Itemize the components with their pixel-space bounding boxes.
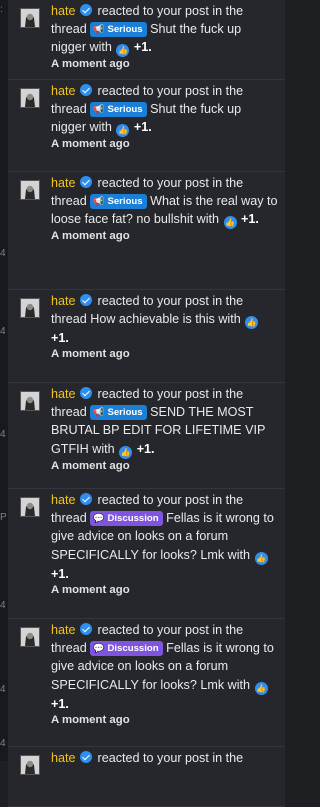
notification-text: hate reacted to your post in the thread … <box>51 0 279 58</box>
verified-badge-icon <box>80 623 93 635</box>
with-text: with <box>89 120 112 135</box>
avatar[interactable] <box>20 180 40 200</box>
tag-label: Serious <box>107 104 143 116</box>
edge-char: : <box>0 4 3 15</box>
timestamp: A moment ago <box>51 583 130 596</box>
edge-char: P <box>0 512 7 523</box>
notification-text: hate reacted to your post in the thread … <box>51 172 279 230</box>
action-text: reacted to your post in the <box>97 751 244 765</box>
with-text: with <box>227 677 251 692</box>
reaction-count: +1. <box>51 331 69 346</box>
notification-text: hate reacted to your post in the thread … <box>51 619 279 713</box>
avatar[interactable] <box>20 88 40 108</box>
verified-badge-icon <box>80 4 93 16</box>
username-link[interactable]: hate <box>51 493 76 507</box>
left-edge-strip: : 4 4 4 P 4 4 4 <box>0 0 8 761</box>
thread-prefix-tag: 📢 Serious <box>90 405 147 421</box>
tag-label: Discussion <box>107 513 159 525</box>
username-link[interactable]: hate <box>51 84 76 98</box>
thread-prefix-tag: 💬 Discussion <box>90 511 163 527</box>
notification-item[interactable]: hate reacted to your post in the thread … <box>8 383 285 489</box>
notification-list: hate reacted to your post in the thread … <box>8 0 285 807</box>
thread-title-link[interactable]: How achievable is this <box>90 312 215 326</box>
megaphone-icon: 📢 <box>93 407 105 418</box>
reaction-count: +1. <box>51 566 69 581</box>
username-link[interactable]: hate <box>51 176 76 190</box>
reaction-count: +1. <box>136 441 155 456</box>
notification-item[interactable]: hate reacted to your post in the thread … <box>8 619 285 747</box>
thread-prefix-tag: 📢 Serious <box>90 102 147 118</box>
verified-badge-icon <box>80 751 93 763</box>
notification-item[interactable]: hate reacted to your post in the thread … <box>8 489 285 619</box>
reaction-count: +1. <box>241 212 259 227</box>
avatar[interactable] <box>20 497 40 517</box>
thread-prefix-tag: 💬 Discussion <box>90 641 163 657</box>
like-reaction-icon: 👍 <box>223 216 237 230</box>
username-link[interactable]: hate <box>51 294 76 308</box>
like-reaction-icon: 👍 <box>254 551 268 565</box>
tag-label: Serious <box>107 196 143 208</box>
edge-char: 4 <box>0 248 6 259</box>
thread-prefix-tag: 📢 Serious <box>90 22 147 38</box>
tag-label: Serious <box>107 24 143 36</box>
tag-label: Serious <box>107 407 143 419</box>
username-link[interactable]: hate <box>51 387 76 401</box>
notification-text: hate reacted to your post in the <box>51 747 279 767</box>
notification-item[interactable]: hate reacted to your post in the thread … <box>8 0 285 80</box>
edge-char: 4 <box>0 600 6 611</box>
notification-text: hate reacted to your post in the thread … <box>51 80 279 138</box>
reaction-count: +1. <box>133 40 152 55</box>
edge-char: 4 <box>0 684 6 695</box>
megaphone-icon: 📢 <box>93 196 105 207</box>
verified-badge-icon <box>80 294 93 306</box>
notification-item[interactable]: hate reacted to your post in the thread … <box>8 290 285 383</box>
timestamp: A moment ago <box>51 713 130 726</box>
with-text: with <box>92 441 115 456</box>
tag-label: Discussion <box>107 643 159 655</box>
like-reaction-icon: 👍 <box>254 681 268 695</box>
with-text: with <box>196 212 220 227</box>
like-reaction-icon: 👍 <box>119 445 133 459</box>
thread-prefix-tag: 📢 Serious <box>90 194 147 210</box>
notification-item[interactable]: hate reacted to your post in the thread … <box>8 172 285 290</box>
verified-badge-icon <box>80 387 93 399</box>
timestamp: A moment ago <box>51 348 130 361</box>
timestamp: A moment ago <box>51 138 130 151</box>
timestamp: A moment ago <box>51 459 130 472</box>
avatar[interactable] <box>20 627 40 647</box>
notification-item[interactable]: hate reacted to your post in the thread … <box>8 80 285 172</box>
notification-item[interactable]: hate reacted to your post in the <box>8 747 285 807</box>
verified-badge-icon <box>80 493 93 505</box>
edge-char: 4 <box>0 738 6 749</box>
notification-text: hate reacted to your post in the thread … <box>51 290 279 347</box>
like-reaction-icon: 👍 <box>245 316 259 330</box>
avatar[interactable] <box>20 8 40 28</box>
timestamp: A moment ago <box>51 58 130 71</box>
username-link[interactable]: hate <box>51 623 76 637</box>
with-text: with <box>218 312 241 327</box>
verified-badge-icon <box>80 176 93 188</box>
username-link[interactable]: hate <box>51 751 76 765</box>
reaction-count: +1. <box>51 696 69 711</box>
notification-text: hate reacted to your post in the thread … <box>51 383 279 459</box>
notification-text: hate reacted to your post in the thread … <box>51 489 279 583</box>
like-reaction-icon: 👍 <box>116 44 130 58</box>
avatar[interactable] <box>20 298 40 318</box>
megaphone-icon: 📢 <box>93 104 105 115</box>
like-reaction-icon: 👍 <box>116 124 130 138</box>
edge-char: 4 <box>0 326 6 337</box>
edge-char: 4 <box>0 429 6 440</box>
with-text: with <box>227 547 251 562</box>
reaction-count: +1. <box>133 120 152 135</box>
with-text: with <box>89 40 112 55</box>
timestamp: A moment ago <box>51 230 130 243</box>
megaphone-icon: 📢 <box>93 24 105 35</box>
username-link[interactable]: hate <box>51 4 76 18</box>
chat-bubbles-icon: 💬 <box>93 643 105 654</box>
chat-bubbles-icon: 💬 <box>93 513 105 524</box>
verified-badge-icon <box>80 84 93 96</box>
avatar[interactable] <box>20 755 40 775</box>
avatar[interactable] <box>20 391 40 411</box>
